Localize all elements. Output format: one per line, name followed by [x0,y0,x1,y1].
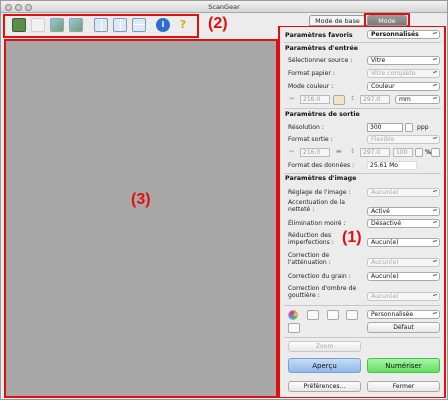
lock-aspect-icon[interactable] [333,95,345,105]
tab-basic-mode[interactable]: Mode de base [309,15,366,26]
close-button[interactable]: Fermer [367,381,440,392]
resolution-unit: ppp [417,124,429,131]
favorites-select[interactable]: Personnalisés [367,30,440,39]
default-button[interactable]: Défaut [367,322,440,333]
dust-reduction-select[interactable]: Aucun(e) [367,238,440,247]
callout-3: (3) [131,191,151,208]
data-size-label: Format des données : [288,162,355,169]
grain-correction-select[interactable]: Aucun(e) [367,272,440,281]
preview-toolbar: i ? [4,15,199,37]
callout-1: (1) [342,229,362,246]
unit-select[interactable]: mm [395,95,440,104]
clear-crop-icon[interactable] [31,18,45,32]
source-label: Sélectionner source : [288,57,353,64]
input-height-field[interactable]: 297.0 [360,95,390,104]
crop-icon[interactable] [12,18,26,32]
help-icon[interactable]: ? [176,18,190,32]
color-mode-label: Mode couleur : [288,83,334,90]
descreen-select[interactable]: Désactivé [367,219,440,228]
tone-curve-icon[interactable] [346,310,358,320]
thumbnail-view-icon[interactable] [132,18,146,32]
swap-orientation-icon[interactable] [431,148,440,157]
output-format-label: Format sortie : [288,136,333,143]
height-icon: ↕ [350,95,356,102]
scale-stepper[interactable] [415,148,423,157]
select-all-frames-icon[interactable] [113,18,127,32]
scale-field[interactable]: 100 [393,148,413,157]
fading-correction-select[interactable]: Aucun(e) [367,258,440,267]
data-size-value: 25.61 Mo [367,161,417,170]
resolution-stepper[interactable] [405,123,413,132]
color-mode-select[interactable]: Couleur [367,82,440,91]
output-link-icon: ▬ [336,148,342,155]
resolution-field[interactable]: 300 [367,123,403,132]
output-width-icon: ↔ [289,148,295,155]
resolution-label: Résolution : [288,124,324,131]
tab-advanced-mode[interactable]: Mode avancé [367,15,407,35]
threshold-icon[interactable] [288,323,300,333]
tone-curve-preset-select[interactable]: Personnalisée [367,310,440,319]
zoom-button[interactable]: Zoom [288,341,361,352]
info-icon[interactable]: i [156,18,170,32]
rotate-right-icon[interactable] [69,18,83,32]
paper-size-select[interactable]: Vitre complète [367,69,440,78]
settings-panel: Paramètres favoris Personnalisés Paramèt… [280,27,444,397]
input-width-field[interactable]: 216.0 [300,95,330,104]
output-width-field[interactable]: 216.0 [300,148,330,157]
scan-button[interactable]: Numériser [367,358,440,373]
color-adjust-icon[interactable] [288,310,298,320]
histogram-icon[interactable] [327,310,339,320]
window-title: ScanGear [208,3,240,11]
preview-button[interactable]: Aperçu [288,358,361,373]
paper-size-label: Format papier : [288,70,335,77]
output-settings-heading: Paramètres de sortie [285,111,360,118]
unsharp-mask-label: Accentuation de la netteté : [288,199,345,213]
preview-area[interactable] [6,41,276,396]
output-height-icon: ↕ [350,148,356,155]
scangear-window: ScanGear i ? (2) (3) Mode de base Mode a… [0,0,448,400]
title-bar: ScanGear [1,1,447,13]
favorites-label: Paramètres favoris [285,32,353,39]
grain-correction-label: Correction du grain : [288,273,351,280]
image-adjust-select[interactable]: Aucun(e) [367,188,440,197]
fading-correction-label: Correction de l'atténuation : [288,252,331,266]
gutter-shadow-label: Correction d'ombre de gouttière : [288,285,357,299]
input-settings-heading: Paramètres d'entrée [285,45,359,52]
image-settings-heading: Paramètres d'image [285,175,357,182]
output-height-field[interactable]: 297.0 [360,148,390,157]
width-icon: ↔ [289,95,295,102]
rotate-left-icon[interactable] [50,18,64,32]
unsharp-mask-select[interactable]: Activé [367,207,440,216]
image-adjust-label: Réglage de l'image : [288,189,351,196]
descreen-label: Élimination moiré : [288,220,346,227]
brightness-contrast-icon[interactable] [307,310,319,320]
preferences-button[interactable]: Préférences... [288,381,361,392]
gutter-shadow-select[interactable]: Aucun(e) [367,292,440,301]
source-select[interactable]: Vitre [367,56,440,65]
callout-2: (2) [208,15,228,32]
auto-crop-icon[interactable] [94,18,108,32]
output-format-select[interactable]: Flexible [367,135,440,144]
